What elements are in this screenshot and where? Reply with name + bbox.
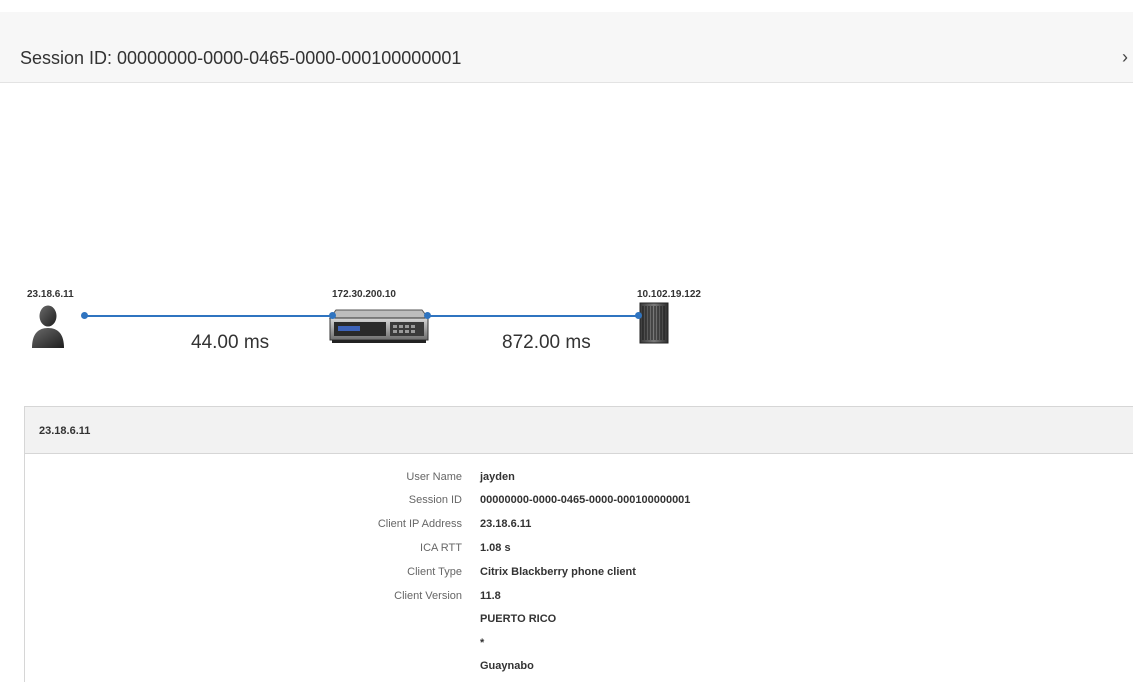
node-label-client: 23.18.6.11 bbox=[27, 289, 74, 300]
detail-value: PUERTO RICO bbox=[480, 613, 557, 625]
detail-value: * bbox=[480, 637, 485, 649]
detail-row-ica-rtt: ICA RTT 1.08 s bbox=[25, 542, 1133, 564]
detail-key: User Name bbox=[406, 471, 462, 483]
page-title: Session ID: 00000000-0000-0465-0000-0001… bbox=[20, 48, 462, 68]
details-panel-title: 23.18.6.11 bbox=[39, 425, 91, 437]
detail-row-client-type: Client Type Citrix Blackberry phone clie… bbox=[25, 566, 1133, 588]
detail-key: ICA RTT bbox=[420, 542, 462, 554]
detail-row-session-id: Session ID 00000000-0000-0465-0000-00010… bbox=[25, 494, 1133, 516]
detail-value: 11.8 bbox=[480, 590, 501, 602]
detail-key: Client Version bbox=[394, 590, 462, 602]
top-strip bbox=[0, 0, 1133, 12]
appliance-icon[interactable] bbox=[328, 306, 430, 344]
link-endpoint bbox=[635, 312, 642, 319]
detail-row-country: PUERTO RICO bbox=[25, 613, 1133, 635]
node-label-appliance: 172.30.200.10 bbox=[332, 289, 396, 300]
detail-key: Client Type bbox=[407, 566, 462, 578]
close-button[interactable]: › bbox=[1122, 47, 1133, 67]
detail-row-client-version: Client Version 11.8 bbox=[25, 590, 1133, 612]
detail-value: jayden bbox=[480, 471, 515, 483]
detail-key: Session ID bbox=[408, 494, 462, 506]
link-endpoint bbox=[329, 312, 336, 319]
detail-row-user-name: User Name jayden bbox=[25, 471, 1133, 493]
link-endpoint bbox=[81, 312, 88, 319]
detail-value: 00000000-0000-0465-0000-000100000001 bbox=[480, 494, 691, 506]
session-header: Session ID: 00000000-0000-0465-0000-0001… bbox=[0, 12, 1133, 83]
link-endpoint bbox=[424, 312, 431, 319]
node-label-server: 10.102.19.122 bbox=[637, 289, 701, 300]
detail-key: Client IP Address bbox=[377, 518, 462, 530]
detail-value: 1.08 s bbox=[480, 542, 511, 554]
link-client-appliance bbox=[85, 315, 333, 317]
topology-diagram: 23.18.6.11 172.30.200.10 10.102.19.122 4… bbox=[0, 280, 1133, 380]
session-details-page: Session ID: 00000000-0000-0465-0000-0001… bbox=[0, 0, 1133, 682]
server-icon[interactable] bbox=[638, 302, 670, 344]
details-panel: 23.18.6.11 User Name jayden Session ID 0… bbox=[24, 406, 1133, 682]
details-panel-header[interactable]: 23.18.6.11 bbox=[25, 407, 1133, 454]
latency-appliance-server: 872.00 ms bbox=[502, 332, 591, 353]
link-appliance-server bbox=[428, 315, 639, 317]
detail-row-region: * bbox=[25, 637, 1133, 659]
user-icon[interactable] bbox=[30, 304, 66, 350]
detail-value: Citrix Blackberry phone client bbox=[480, 566, 636, 578]
detail-row-client-ip: Client IP Address 23.18.6.11 bbox=[25, 518, 1133, 540]
detail-value: 23.18.6.11 bbox=[480, 518, 532, 530]
detail-row-city: Guaynabo bbox=[25, 660, 1133, 682]
latency-client-appliance: 44.00 ms bbox=[191, 332, 270, 353]
detail-value: Guaynabo bbox=[480, 660, 534, 672]
